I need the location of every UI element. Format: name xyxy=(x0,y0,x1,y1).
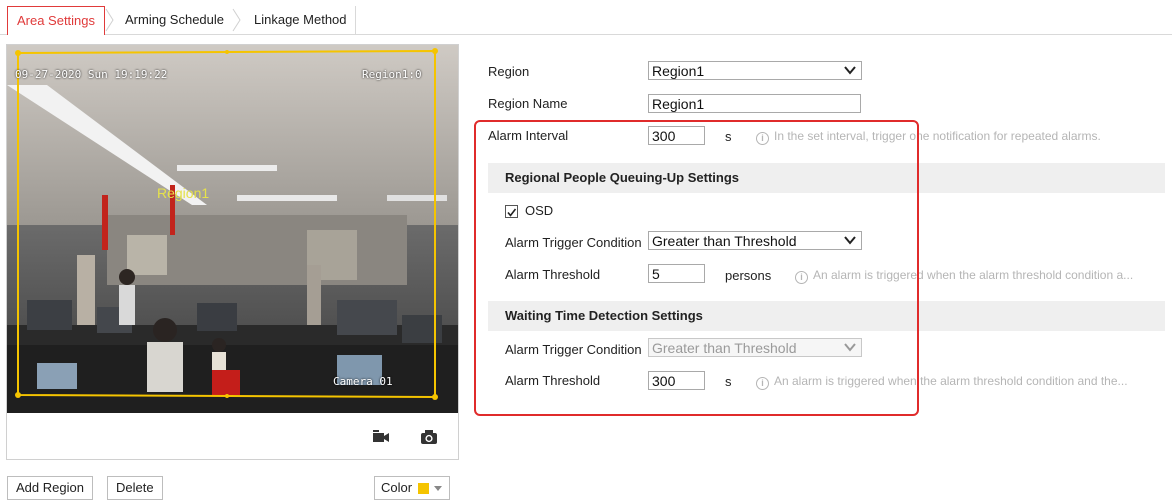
tab-arming-schedule[interactable]: Arming Schedule xyxy=(125,6,224,33)
region-name-input[interactable]: Region1 xyxy=(648,94,861,113)
info-icon: i xyxy=(795,271,808,284)
queuing-threshold-unit: persons xyxy=(725,268,772,283)
color-picker-button[interactable]: Color xyxy=(374,476,450,500)
alarm-interval-input[interactable]: 300 xyxy=(648,126,705,145)
tab-area-settings[interactable]: Area Settings xyxy=(7,6,105,35)
live-video[interactable]: 09-27-2020 Sun 19:19:22 Region1:0 Region… xyxy=(7,45,458,413)
video-frame: 09-27-2020 Sun 19:19:22 Region1:0 Region… xyxy=(6,44,459,460)
tab-bar: Area Settings Arming Schedule Linkage Me… xyxy=(0,0,1172,35)
queuing-threshold-input[interactable]: 5 xyxy=(648,264,705,283)
waiting-threshold-input[interactable]: 300 xyxy=(648,371,705,390)
region-name-label: Region Name xyxy=(488,96,568,111)
info-icon: i xyxy=(756,377,769,390)
info-icon: i xyxy=(756,132,769,145)
queuing-trigger-value: Greater than Threshold xyxy=(652,233,797,249)
tab-linkage-method[interactable]: Linkage Method xyxy=(254,6,347,33)
alarm-interval-unit: s xyxy=(725,129,732,144)
tab-separator xyxy=(105,8,115,32)
queuing-trigger-select[interactable]: Greater than Threshold xyxy=(648,231,862,250)
queuing-threshold-hint: i An alarm is triggered when the alarm th… xyxy=(795,268,1133,284)
checkmark-icon xyxy=(507,208,517,217)
alarm-interval-label: Alarm Interval xyxy=(488,128,569,143)
region-select[interactable]: Region1 xyxy=(648,61,862,80)
queuing-section-header: Regional People Queuing-Up Settings xyxy=(488,163,1165,193)
chevron-down-icon xyxy=(844,66,856,75)
region-label: Region1 xyxy=(157,185,210,201)
osd-checkbox[interactable] xyxy=(505,205,518,218)
delete-button[interactable]: Delete xyxy=(107,476,163,500)
alarm-interval-hint: i In the set interval, trigger one notifi… xyxy=(756,129,1101,145)
video-camera-icon[interactable] xyxy=(371,428,391,446)
office-scene xyxy=(7,45,458,413)
color-swatch xyxy=(418,483,430,495)
chevron-down-icon xyxy=(844,343,856,352)
chevron-down-icon xyxy=(844,236,856,245)
add-region-button[interactable]: Add Region xyxy=(7,476,93,500)
video-toolbar xyxy=(7,413,458,459)
waiting-threshold-unit: s xyxy=(725,374,732,389)
chevron-down-icon xyxy=(434,486,443,492)
color-label: Color xyxy=(381,480,413,495)
waiting-trigger-select[interactable]: Greater than Threshold xyxy=(648,338,862,357)
waiting-trigger-value: Greater than Threshold xyxy=(652,340,797,356)
waiting-trigger-label: Alarm Trigger Condition xyxy=(505,342,642,357)
osd-label: OSD xyxy=(525,203,554,218)
region-label-text: Region xyxy=(488,64,530,79)
osd-region-count: Region1:0 xyxy=(362,68,422,81)
queuing-threshold-label: Alarm Threshold xyxy=(505,267,601,282)
waiting-section-header: Waiting Time Detection Settings xyxy=(488,301,1165,331)
waiting-threshold-hint: i An alarm is triggered when the alarm th… xyxy=(756,374,1128,390)
tab-divider xyxy=(355,6,356,34)
osd-timestamp: 09-27-2020 Sun 19:19:22 xyxy=(15,68,168,81)
camera-icon[interactable] xyxy=(419,428,439,446)
osd-camera-name: Camera 01 xyxy=(333,375,393,388)
tab-separator xyxy=(232,8,242,32)
waiting-section-title: Waiting Time Detection Settings xyxy=(505,308,703,323)
queuing-section-title: Regional People Queuing-Up Settings xyxy=(505,170,740,185)
queuing-trigger-label: Alarm Trigger Condition xyxy=(505,235,642,250)
region-select-value: Region1 xyxy=(652,63,705,79)
waiting-threshold-label: Alarm Threshold xyxy=(505,373,601,388)
